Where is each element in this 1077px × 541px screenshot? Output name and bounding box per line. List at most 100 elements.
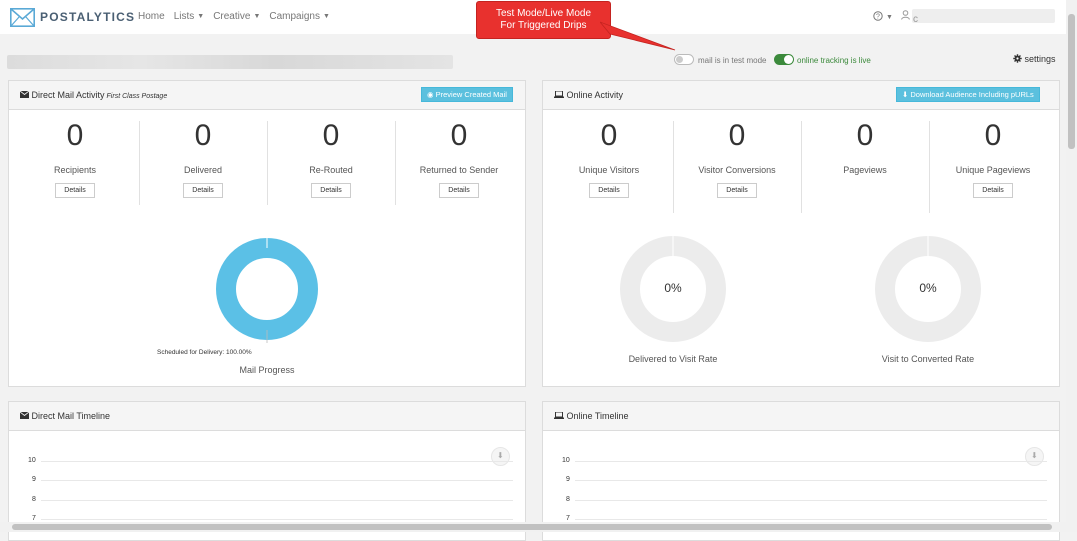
settings-label: settings [1024,54,1056,64]
panel-header: Online Activity ⬇ Download Audience Incl… [543,81,1059,110]
campaign-name-redacted [7,55,453,69]
stat-value: 0 [728,119,746,152]
stat-label: Recipients [53,165,97,175]
recipients-details-button[interactable]: Details [55,183,95,198]
gridline [575,519,1047,520]
stat-unique-pageviews: 0 Unique Pageviews Details [929,117,1057,198]
download-button-label: Download Audience Including pURLs [910,90,1034,99]
stat-label: Returned to Sender [419,165,499,175]
gridline [575,461,1047,462]
delivered-details-button[interactable]: Details [183,183,223,198]
nav-home[interactable]: Home [138,11,165,22]
direct-mail-activity-panel: Direct Mail Activity First Class Postage … [8,80,526,387]
brand-logo[interactable]: POSTALYTICS [10,6,135,28]
stat-returned: 0 Returned to Sender Details [395,117,523,198]
user-initial: c [913,14,918,25]
download-icon: ⬇ [1031,451,1038,460]
envelope-icon [19,90,30,98]
gridline [41,461,513,462]
caret-down-icon: ▼ [886,14,893,21]
donut-segment-label: Scheduled for Delivery: 100.00% [157,349,252,356]
postage-subtitle: First Class Postage [106,93,168,100]
stat-value: 0 [66,119,84,152]
download-icon: ⬇ [902,90,909,99]
nav-creative-label: Creative [213,11,251,22]
returned-details-button[interactable]: Details [439,183,479,198]
nav-home-label: Home [138,11,165,22]
stat-label: Re-Routed [309,165,353,175]
delivered-to-visit-value: 0% [664,281,682,295]
live-tracking-label: online tracking is live [797,56,871,65]
nav-campaigns[interactable]: Campaigns ▼ [269,11,330,22]
unique-visitors-details-button[interactable]: Details [589,183,629,198]
chart-download-button[interactable]: ⬇ [1025,447,1044,466]
mail-progress-caption: Mail Progress [239,365,295,375]
direct-mail-title: Direct Mail Activity [31,90,105,100]
direct-mail-timeline-title: Direct Mail Timeline [31,411,111,421]
nav-creative[interactable]: Creative ▼ [213,11,260,22]
delivered-to-visit-caption: Delivered to Visit Rate [628,354,718,364]
brand-name: POSTALYTICS [40,10,136,24]
caret-down-icon: ▼ [322,13,330,20]
unique-pageviews-details-button[interactable]: Details [973,183,1013,198]
visitor-conversions-details-button[interactable]: Details [717,183,757,198]
y-tick: 8 [566,496,570,503]
eye-icon: ◉ [427,90,434,99]
stat-label: Visitor Conversions [698,165,776,175]
stat-value: 0 [194,119,212,152]
laptop-icon [554,411,564,419]
stat-label: Unique Visitors [578,165,640,175]
stat-visitor-conversions: 0 Visitor Conversions Details [673,117,801,198]
panel-title: Online Activity [554,90,623,100]
preview-button-label: Preview Created Mail [435,90,507,99]
test-mode-label: mail is in test mode [698,56,767,65]
laptop-icon [554,90,564,98]
online-timeline-title: Online Timeline [566,411,629,421]
envelope-logo-icon [10,7,35,27]
user-menu[interactable] [901,10,910,22]
chart-download-button[interactable]: ⬇ [491,447,510,466]
vertical-scrollbar[interactable] [1066,0,1077,532]
settings-link[interactable]: settings [1013,54,1056,64]
preview-created-mail-button[interactable]: ◉ Preview Created Mail [421,87,513,102]
gridline [41,500,513,501]
stat-value: 0 [600,119,618,152]
download-audience-button[interactable]: ⬇ Download Audience Including pURLs [896,87,1040,102]
svg-text:?: ? [876,14,880,21]
y-tick: 9 [566,476,570,483]
gridline [575,500,1047,501]
callout-arrow-icon [600,21,676,51]
download-icon: ⬇ [497,451,504,460]
direct-mail-timeline-panel: Direct Mail Timeline ⬇ 10 9 8 7 [8,401,526,541]
horizontal-scrollbar[interactable] [0,522,1066,532]
scrollbar-thumb[interactable] [12,524,1052,530]
online-timeline-panel: Online Timeline ⬇ 10 9 8 7 [542,401,1060,541]
caret-down-icon: ▼ [253,13,261,20]
panel-header: Direct Mail Timeline [9,402,525,431]
caret-down-icon: ▼ [197,13,205,20]
help-menu[interactable]: ? ▼ [873,11,893,23]
rerouted-details-button[interactable]: Details [311,183,351,198]
visit-to-converted-value: 0% [919,281,937,295]
y-tick: 10 [28,457,36,464]
stat-pageviews: 0 Pageviews [801,117,929,175]
main-nav: Home Lists ▼ Creative ▼ Campaigns ▼ [138,11,339,22]
y-tick: 10 [562,457,570,464]
nav-lists-label: Lists [173,11,195,22]
stat-rerouted: 0 Re-Routed Details [267,117,395,198]
test-mode-toggle[interactable] [674,54,694,65]
gridline [41,480,513,481]
user-icon [901,10,910,20]
stat-unique-visitors: 0 Unique Visitors Details [545,117,673,198]
live-tracking-toggle[interactable] [774,54,794,65]
gridline [41,519,513,520]
stat-value: 0 [856,119,874,152]
gridline [575,480,1047,481]
nav-lists[interactable]: Lists ▼ [174,11,205,22]
donut-segment-scheduled[interactable] [216,238,318,340]
stat-recipients: 0 Recipients Details [11,117,139,198]
user-name-redacted: c [912,9,1055,25]
panel-title: Online Timeline [554,411,629,421]
scrollbar-thumb[interactable] [1068,14,1075,149]
gear-icon [1013,54,1022,63]
